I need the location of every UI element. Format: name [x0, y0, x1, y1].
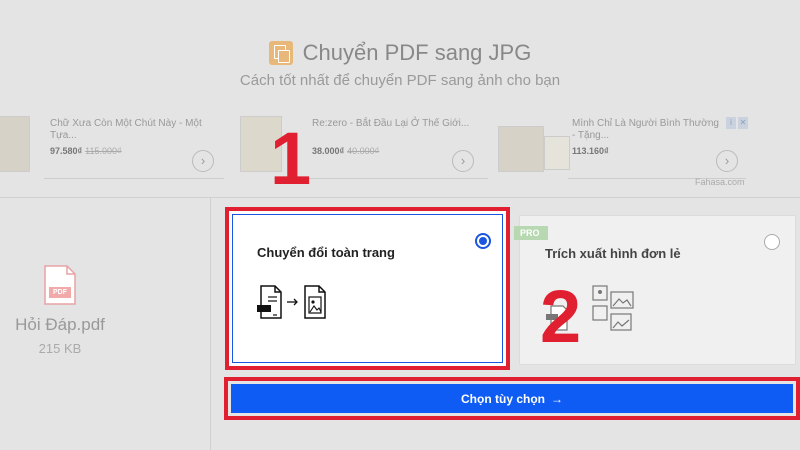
- ad-title: Chữ Xưa Còn Một Chút Này - Một Tựa...: [50, 118, 202, 141]
- ad-price: 38.000₫ 40.000₫: [312, 146, 380, 156]
- chevron-right-icon[interactable]: ›: [716, 150, 738, 172]
- option-extract-images-label: Trích xuất hình đơn lẻ: [545, 246, 681, 261]
- ad-price: 113.160₫: [572, 146, 609, 156]
- pdf-file-icon: PDF: [43, 265, 77, 305]
- book-cover-image: [498, 126, 544, 172]
- section-divider: [0, 197, 800, 198]
- step-2-annotation: 2: [540, 275, 582, 358]
- ad-price: 97.580₫ 115.000₫: [50, 146, 122, 156]
- panel-divider: [210, 197, 211, 450]
- ad-choices-icon[interactable]: i ✕: [726, 117, 748, 131]
- page-title: Chuyển PDF sang JPG: [302, 40, 532, 65]
- uploaded-file: PDF Hỏi Đáp.pdf 215 KB: [0, 265, 120, 356]
- ad-strip: Chữ Xưa Còn Một Chút Này - Một Tựa... 97…: [0, 110, 800, 190]
- option-full-page-label: Chuyển đổi toàn trang: [257, 245, 395, 260]
- full-page-radio[interactable]: [475, 233, 491, 249]
- page-header: Chuyển PDF sang JPG Cách tốt nhất để chu…: [0, 40, 800, 89]
- ad-title: Mình Chỉ Là Người Bình Thường - Tặng...: [572, 118, 719, 141]
- chevron-right-icon[interactable]: ›: [192, 150, 214, 172]
- pdf-to-jpg-logo-icon: [268, 41, 293, 65]
- ad-item[interactable]: Chữ Xưa Còn Một Chút Này - Một Tựa... 97…: [0, 114, 230, 188]
- action-highlight: Chọn tùy chọn →: [224, 377, 800, 420]
- step-1-annotation: 1: [270, 117, 312, 200]
- ad-divider: [44, 178, 224, 179]
- file-name: Hỏi Đáp.pdf: [15, 315, 105, 334]
- choose-option-label: Chọn tùy chọn: [461, 391, 545, 406]
- chevron-right-icon[interactable]: ›: [452, 150, 474, 172]
- ad-title: Re:zero - Bắt Đầu Lại Ở Thế Giới...: [312, 118, 470, 129]
- arrow-right-icon: →: [551, 391, 563, 406]
- option-full-page[interactable]: Chuyển đổi toàn trang: [225, 207, 510, 370]
- file-size: 215 KB: [38, 341, 82, 356]
- extract-images-radio[interactable]: [764, 234, 780, 250]
- book-cover-image: [0, 116, 30, 172]
- pdf-icon-label: PDF: [53, 289, 67, 296]
- page-subtitle: Cách tốt nhất để chuyển PDF sang ảnh cho…: [239, 72, 561, 89]
- book-cover-image: [544, 136, 570, 170]
- ad-divider: [308, 178, 488, 179]
- pdf-to-image-icon: [257, 285, 326, 319]
- pro-badge: PRO: [514, 226, 548, 240]
- choose-option-button[interactable]: Chọn tùy chọn →: [231, 384, 793, 413]
- ad-source: Fahasa.com: [695, 177, 745, 187]
